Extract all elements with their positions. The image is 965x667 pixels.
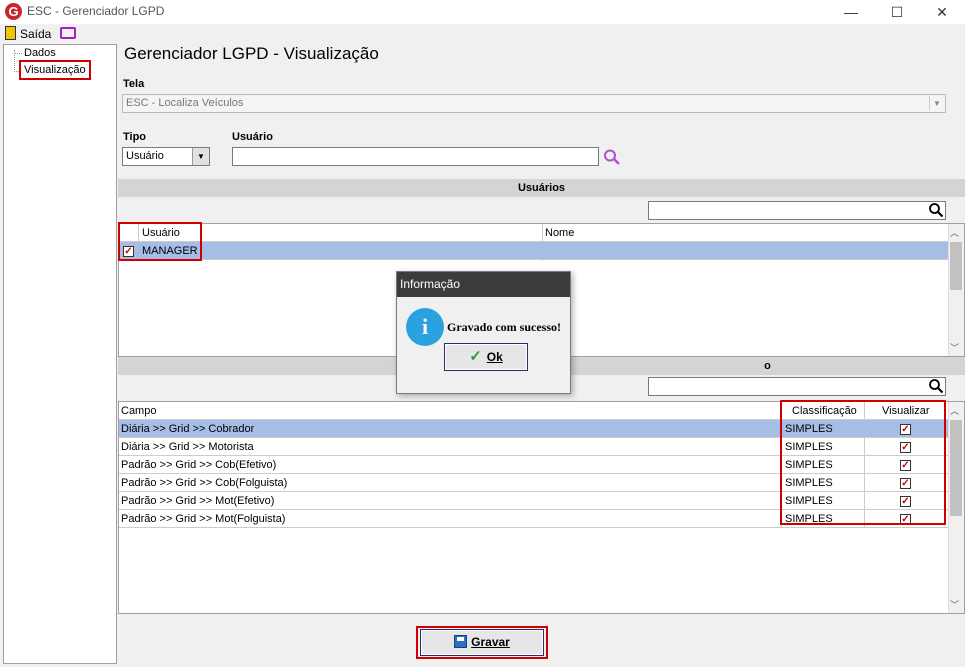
usuarios-section-header: Usuários [118, 179, 965, 197]
highlight-box [118, 222, 202, 261]
save-button[interactable]: Gravar [420, 629, 544, 656]
scrollbar-thumb[interactable] [950, 242, 962, 290]
ok-button[interactable]: ✓ Ok [444, 343, 528, 371]
toolbar [0, 24, 965, 44]
dialog-message: Gravado com sucesso! [447, 320, 561, 334]
window-title: ESC - Gerenciador LGPD [27, 4, 165, 18]
row-campo: Padrão >> Grid >> Mot(Folguista) [121, 513, 286, 525]
column-header-campo[interactable]: Campo [121, 403, 156, 420]
tree-item-dados[interactable]: Dados [24, 47, 56, 59]
scroll-up-icon[interactable]: ︿ [950, 404, 959, 417]
tree-item-visualizacao[interactable]: Visualização [19, 60, 91, 80]
search-icon[interactable] [928, 202, 944, 218]
close-button[interactable]: ✕ [919, 0, 965, 24]
table-row[interactable] [119, 242, 948, 260]
monitor-icon[interactable] [60, 27, 76, 39]
maximize-button[interactable]: ☐ [874, 0, 920, 24]
usuarios-grid-header [119, 224, 948, 242]
scroll-down-icon[interactable]: ﹀ [950, 598, 959, 611]
row-campo: Padrão >> Grid >> Mot(Efetivo) [121, 495, 275, 507]
info-icon: i [406, 308, 444, 346]
ok-button-label: Ok [486, 350, 503, 364]
usuarios-filter-input[interactable] [648, 201, 946, 220]
usuario-label: Usuário [232, 131, 273, 143]
navigation-tree [3, 44, 117, 664]
usuario-input[interactable] [232, 147, 599, 166]
scroll-up-icon[interactable]: ︿ [950, 226, 959, 239]
page-title: Gerenciador LGPD - Visualização [124, 44, 379, 63]
row-campo: Diária >> Grid >> Motorista [121, 441, 254, 453]
exit-icon[interactable] [5, 26, 16, 40]
dialog-title: Informação [397, 272, 570, 297]
row-campo: Padrão >> Grid >> Cob(Folguista) [121, 477, 288, 489]
tela-select[interactable]: ESC - Localiza Veículos [122, 94, 946, 113]
row-campo: Padrão >> Grid >> Cob(Efetivo) [121, 459, 277, 471]
search-icon[interactable] [602, 148, 622, 166]
scrollbar-thumb[interactable] [950, 420, 962, 516]
check-icon: ✓ [469, 348, 482, 365]
save-button-label: Gravar [471, 635, 510, 649]
tipo-label: Tipo [123, 131, 147, 143]
tree-connector [14, 53, 22, 54]
scroll-down-icon[interactable]: ﹀ [950, 341, 959, 354]
chevron-down-icon[interactable]: ▼ [929, 96, 944, 111]
search-icon[interactable] [928, 378, 944, 394]
campos-filter-input[interactable] [648, 377, 946, 396]
tela-label: Tela [123, 78, 145, 90]
highlight-box [780, 400, 946, 525]
row-campo: Diária >> Grid >> Cobrador [121, 423, 255, 435]
app-logo-icon: G [5, 3, 22, 20]
column-header-nome[interactable]: Nome [545, 225, 574, 242]
minimize-button[interactable]: — [828, 0, 874, 24]
exit-button[interactable]: Saída [20, 27, 51, 41]
chevron-down-icon[interactable]: ▼ [192, 148, 209, 165]
save-icon [454, 635, 468, 648]
campos-section-title: o [764, 360, 771, 372]
